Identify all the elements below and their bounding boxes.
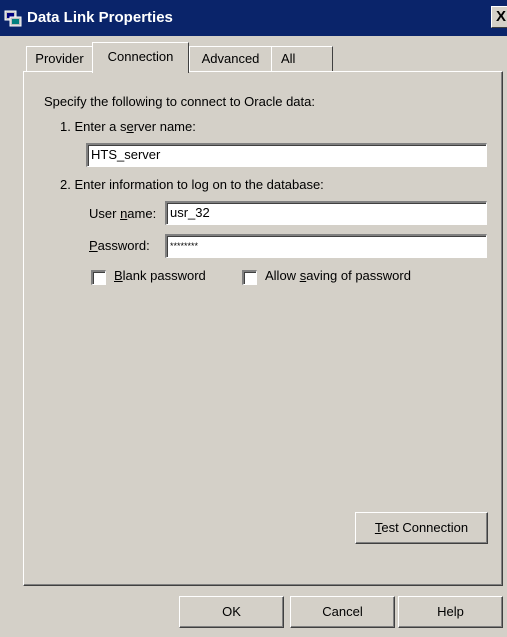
password-label: Password:	[89, 238, 150, 253]
blank-password-checkbox[interactable]	[91, 270, 106, 285]
data-link-icon	[4, 9, 22, 27]
server-name-label: 1. Enter a server name:	[60, 119, 196, 134]
tab-label: Connection	[107, 49, 174, 64]
tab-provider[interactable]: Provider	[26, 46, 93, 71]
window-title: Data Link Properties	[27, 9, 173, 26]
tab-label: Provider	[35, 51, 84, 66]
test-connection-button[interactable]: Test Connection	[355, 512, 488, 544]
ok-button[interactable]: OK	[179, 596, 284, 628]
server-name-input[interactable]: HTS_server	[86, 143, 487, 167]
tab-label: Advanced	[201, 51, 260, 66]
password-input[interactable]: ********	[165, 234, 487, 258]
allow-saving-password-label[interactable]: Allow saving of password	[265, 268, 411, 283]
help-button[interactable]: Help	[398, 596, 503, 628]
cancel-button[interactable]: Cancel	[290, 596, 395, 628]
tab-label: All	[281, 51, 296, 66]
blank-password-label[interactable]: Blank password	[114, 268, 206, 283]
user-name-input[interactable]: usr_32	[165, 201, 487, 225]
title-bar[interactable]: Data Link Properties X	[0, 0, 507, 36]
intro-text: Specify the following to connect to Orac…	[44, 94, 315, 109]
allow-saving-password-checkbox[interactable]	[242, 270, 257, 285]
tab-all[interactable]: All	[271, 46, 333, 71]
close-button[interactable]: X	[491, 6, 507, 28]
tab-connection[interactable]: Connection	[92, 42, 189, 73]
close-icon: X	[495, 8, 506, 25]
logon-info-label: 2. Enter information to log on to the da…	[60, 177, 324, 192]
user-name-label: User name:	[89, 206, 157, 221]
tab-advanced[interactable]: Advanced	[189, 46, 272, 71]
